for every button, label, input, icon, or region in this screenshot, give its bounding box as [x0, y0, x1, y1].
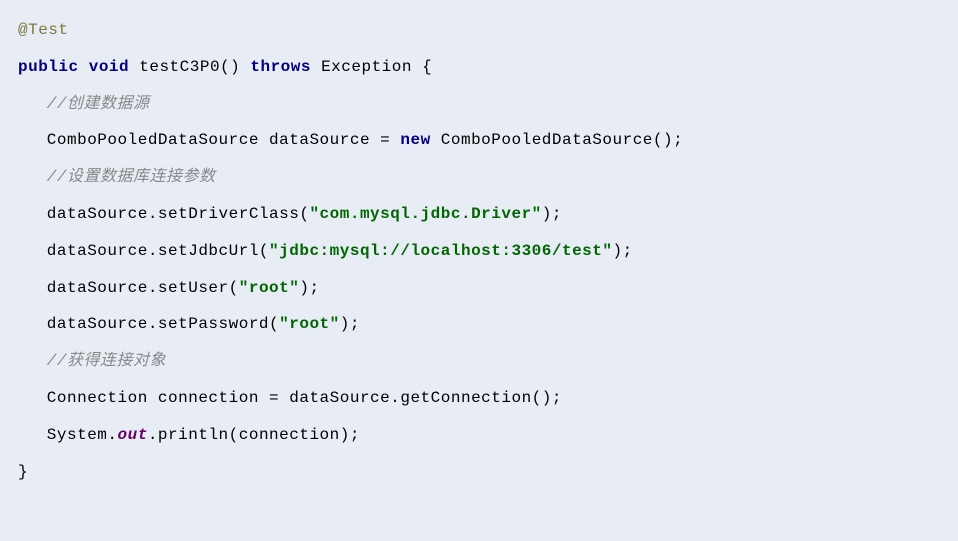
keyword-new: new — [400, 131, 430, 149]
code-line-comment-2: //设置数据库连接参数 — [18, 159, 940, 196]
code-line-comment-1: //创建数据源 — [18, 86, 940, 123]
comment-set-params: //设置数据库连接参数 — [47, 168, 216, 186]
code-line-set-url: dataSource.setJdbcUrl("jdbc:mysql://loca… — [18, 233, 940, 270]
keyword-void: void — [89, 58, 129, 76]
code-line-annotation: @Test — [18, 12, 940, 49]
comment-get-connection: //获得连接对象 — [47, 352, 166, 370]
code-line-new-datasource: ComboPooledDataSource dataSource = new C… — [18, 122, 940, 159]
method-name: testC3P0() — [139, 58, 250, 76]
code-line-println: System.out.println(connection); — [18, 417, 940, 454]
string-password: "root" — [279, 315, 340, 333]
static-out: out — [118, 426, 148, 444]
code-line-close-brace: } — [18, 454, 940, 491]
code-line-method-decl: public void testC3P0() throws Exception … — [18, 49, 940, 86]
code-line-get-connection: Connection connection = dataSource.getCo… — [18, 380, 940, 417]
code-line-set-driver: dataSource.setDriverClass("com.mysql.jdb… — [18, 196, 940, 233]
string-url: "jdbc:mysql://localhost:3306/test" — [269, 242, 612, 260]
comment-create-datasource: //创建数据源 — [47, 95, 150, 113]
keyword-throws: throws — [250, 58, 311, 76]
keyword-public: public — [18, 58, 79, 76]
string-user: "root" — [239, 279, 300, 297]
code-line-set-user: dataSource.setUser("root"); — [18, 270, 940, 307]
code-line-set-password: dataSource.setPassword("root"); — [18, 306, 940, 343]
code-line-comment-3: //获得连接对象 — [18, 343, 940, 380]
annotation-test: @Test — [18, 21, 69, 39]
string-driver: "com.mysql.jdbc.Driver" — [309, 205, 541, 223]
